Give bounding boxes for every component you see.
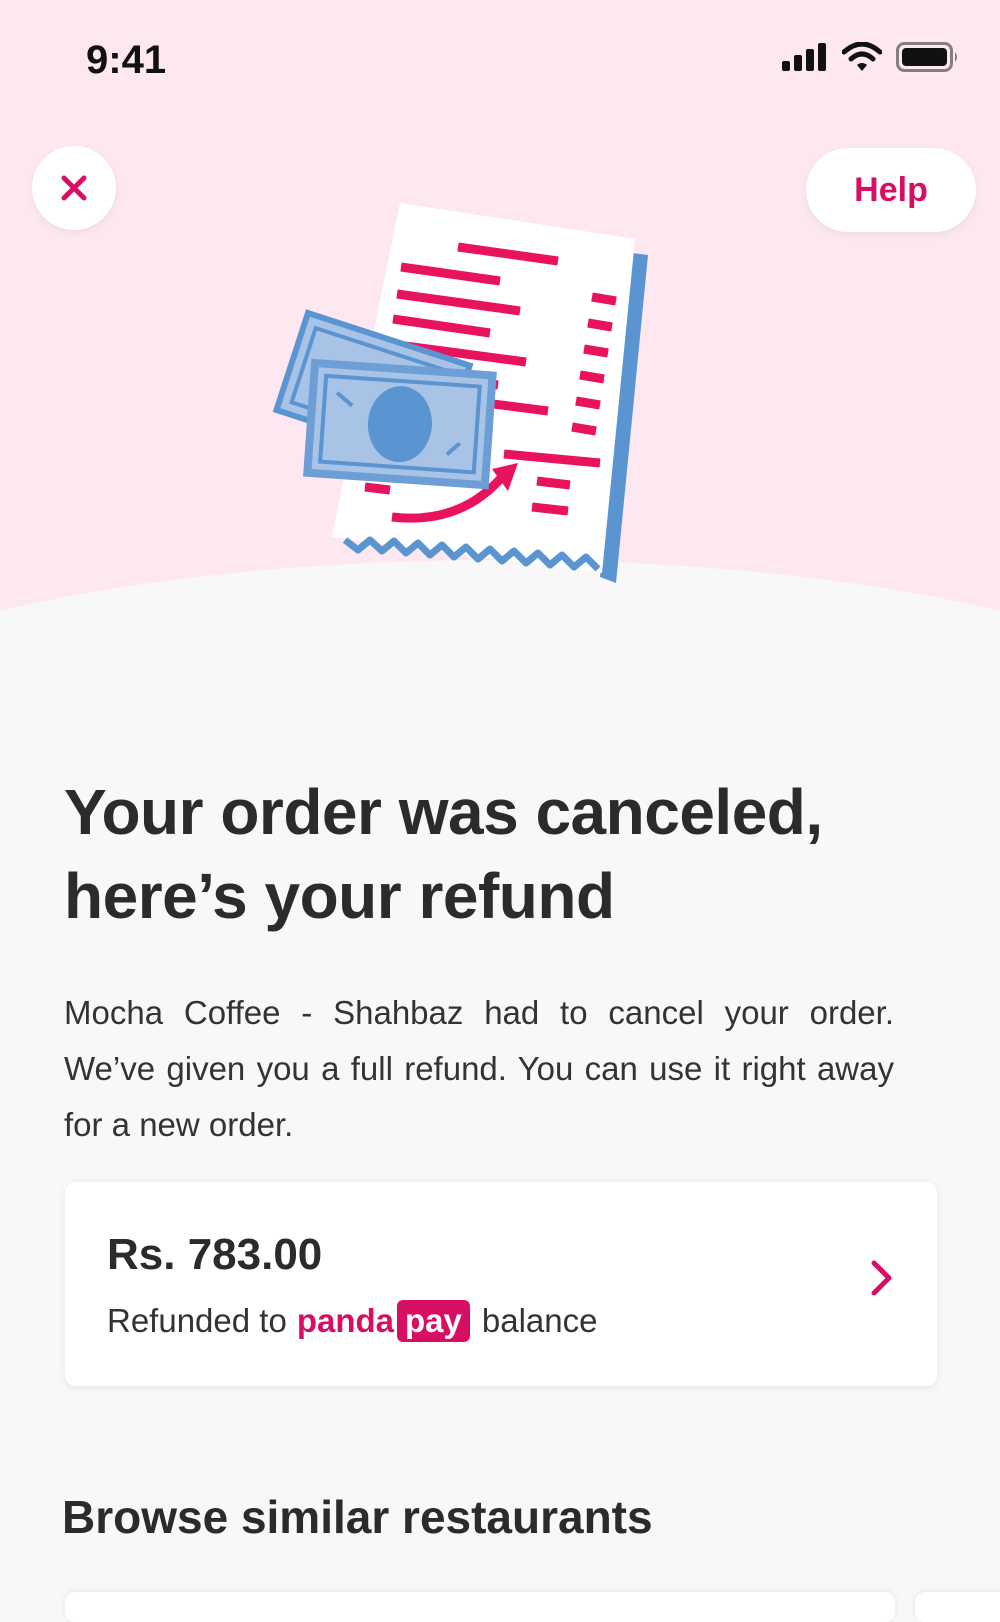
refund-suffix: balance [481,1302,598,1339]
battery-icon [896,42,957,72]
pandapay-logo-panda: panda [296,1302,394,1339]
browse-section-title: Browse similar restaurants [62,1491,653,1543]
help-button[interactable]: Help [806,148,976,232]
refund-destination: Refunded to panda pay balance [107,1300,597,1342]
close-icon [61,175,87,201]
chevron-right-icon[interactable] [869,1258,895,1298]
status-icons [782,42,960,72]
close-button[interactable] [32,146,116,230]
status-time: 9:41 [86,38,167,82]
page-title-line2: here’s your refund [64,860,615,932]
signal-icon [782,43,826,71]
wifi-icon [842,42,882,71]
page-title: Your order was canceled, here’s your ref… [64,770,944,938]
pandapay-logo-pay: pay [397,1300,470,1342]
refund-prefix: Refunded to [107,1302,287,1339]
cancellation-message: Mocha Coffee - Shahbaz had to cancel you… [64,994,894,1143]
restaurant-card[interactable] [915,1592,1000,1622]
status-bar: 9:41 [0,0,1000,120]
refund-amount: Rs. 783.00 [107,1230,323,1279]
page-title-line1: Your order was canceled, [64,776,823,848]
receipt-refund-illustration [272,203,648,583]
restaurant-card[interactable] [65,1592,895,1622]
refund-card[interactable]: Rs. 783.00 Refunded to panda pay balance [65,1182,937,1386]
